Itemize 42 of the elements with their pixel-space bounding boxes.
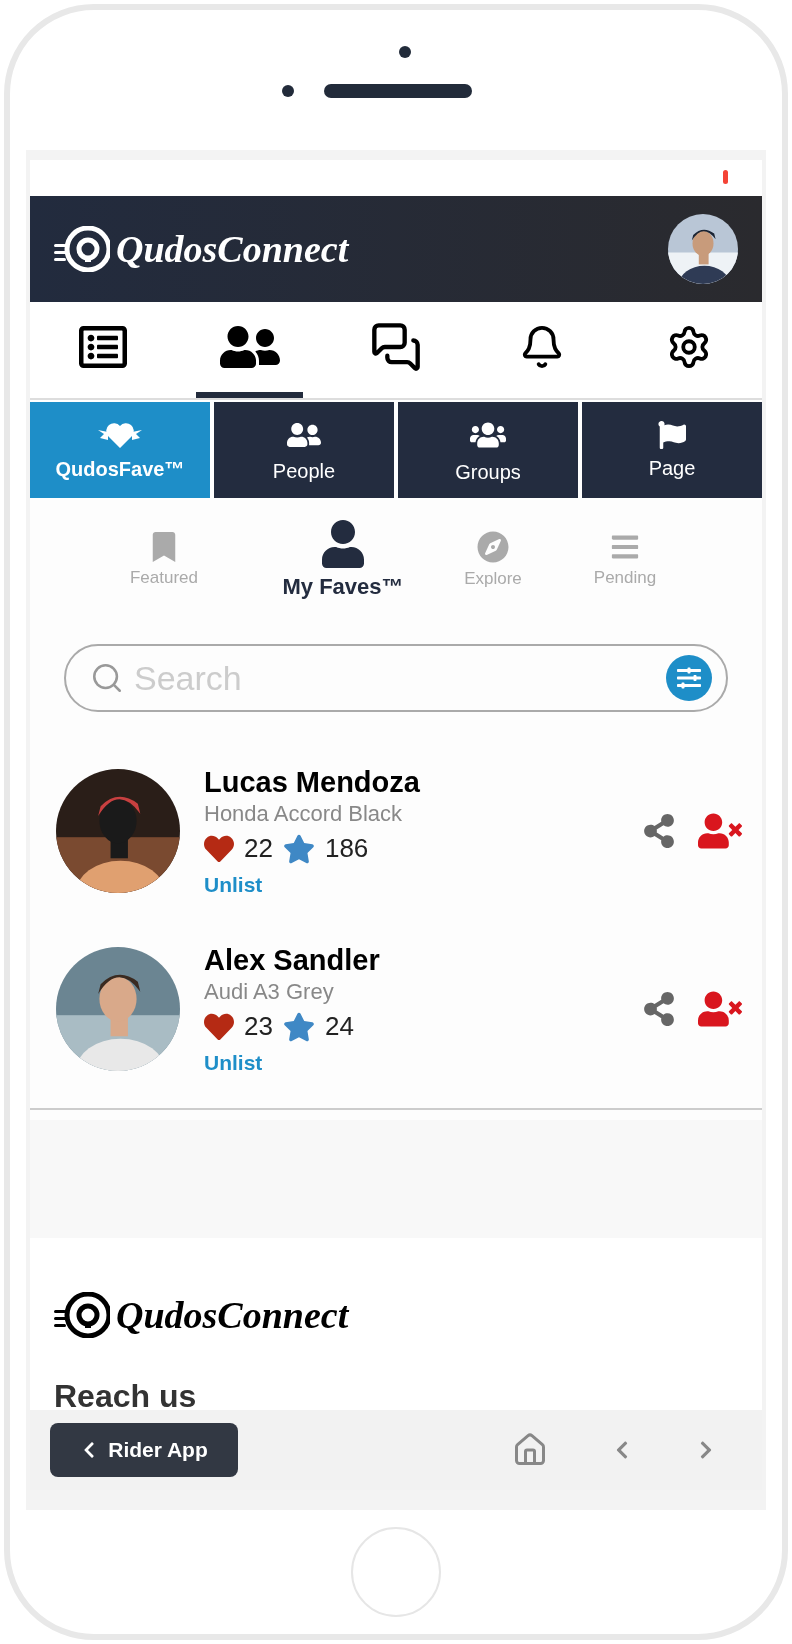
logo-text: QudosConnect: [116, 227, 349, 271]
status-mark: [723, 170, 728, 184]
section-heading: Reach us: [54, 1378, 198, 1410]
vehicle-text: Honda Accord Black: [204, 800, 404, 827]
sub-tab[interactable]: My Faves™: [234, 519, 452, 601]
heart-icon: [204, 833, 234, 864]
star-icon: [282, 1010, 315, 1043]
sensor-dot: [282, 85, 294, 97]
unlist-link[interactable]: Unlist: [204, 872, 263, 897]
sliders-icon: [677, 666, 701, 690]
flag-icon: [658, 420, 686, 449]
category-tab[interactable]: Page: [582, 402, 762, 498]
sub-tab[interactable]: Pending: [534, 531, 716, 589]
category-tab[interactable]: People: [214, 402, 394, 498]
rating-count: 24: [324, 1011, 354, 1042]
heart-icon: [204, 1011, 234, 1042]
compass-icon: [477, 531, 509, 563]
back-button[interactable]: Rider App: [50, 1423, 238, 1477]
chat-icon: [370, 321, 422, 373]
likes-count: 22: [244, 833, 273, 864]
filter-button[interactable]: [666, 655, 712, 701]
logo-icon: [54, 226, 110, 272]
search-icon: [90, 661, 124, 695]
sub-tab[interactable]: Explore: [452, 530, 534, 590]
person-name: Lucas Mendoza: [204, 765, 421, 799]
unlist-link[interactable]: Unlist: [204, 1050, 263, 1075]
category-tab[interactable]: Groups: [398, 402, 578, 498]
logo-icon: [54, 1292, 110, 1338]
category-tab[interactable]: QudosFave™: [30, 402, 210, 498]
user-icon: [319, 520, 367, 568]
vehicle-text: Audi A3 Grey: [204, 978, 335, 1005]
list-icon: [79, 323, 128, 371]
rating-count: 186: [324, 833, 369, 864]
sub-tab[interactable]: Featured: [94, 531, 234, 589]
share-button[interactable]: [642, 992, 676, 1026]
home-button[interactable]: [512, 1432, 548, 1468]
person-name: Alex Sandler: [204, 943, 381, 977]
logo-text: QudosConnect: [116, 1293, 349, 1337]
camera-dot: [399, 46, 411, 58]
share-button[interactable]: [642, 814, 676, 848]
likes-count: 23: [244, 1011, 273, 1042]
star-icon: [282, 832, 315, 865]
